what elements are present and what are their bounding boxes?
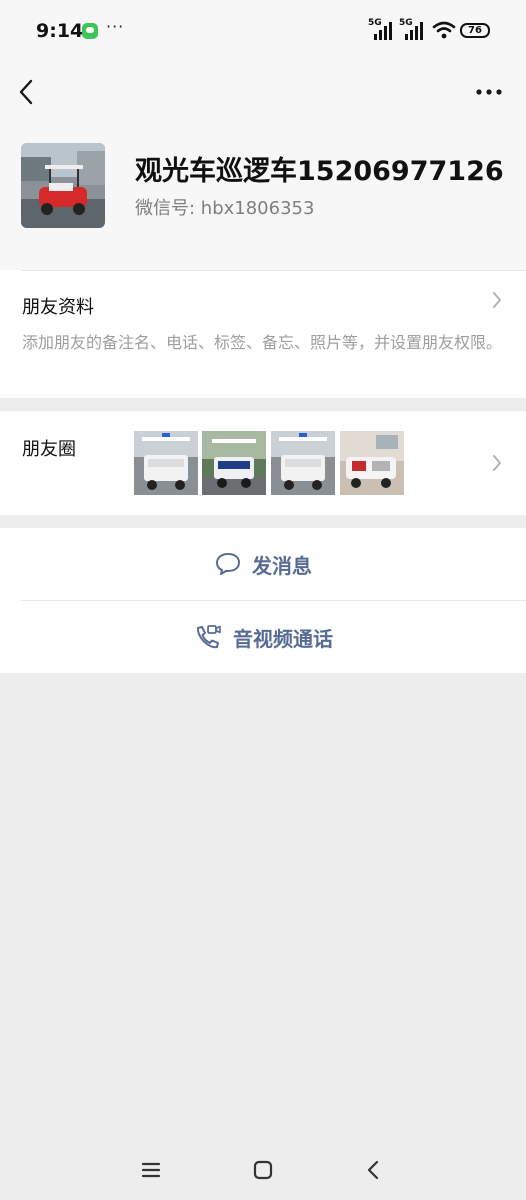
avatar-image — [21, 143, 105, 228]
status-overflow-indicator: ··· — [106, 17, 125, 36]
signal-strength-1-icon: 5G — [368, 18, 394, 40]
moments-thumbnail — [271, 431, 335, 495]
phone-video-icon — [196, 625, 221, 649]
video-call-button[interactable]: 音视频通话 — [0, 601, 526, 673]
moments-title: 朋友圈 — [22, 439, 76, 460]
chevron-left-icon[interactable] — [16, 78, 38, 106]
chevron-right-icon — [493, 292, 501, 308]
send-message-button[interactable]: 发消息 — [0, 528, 526, 600]
back-icon[interactable] — [362, 1158, 386, 1182]
friend-info-row[interactable]: 朋友资料 添加朋友的备注名、电话、标签、备忘、照片等，并设置朋友权限。 — [0, 270, 526, 398]
friend-info-description: 添加朋友的备注名、电话、标签、备忘、照片等，并设置朋友权限。 — [22, 333, 503, 352]
chevron-right-icon — [493, 455, 501, 471]
status-time: 9:14 — [36, 20, 84, 42]
actions-panel: 发消息 音视频通话 — [0, 528, 526, 673]
more-dots-icon[interactable] — [472, 84, 506, 100]
moments-thumbnail — [134, 431, 198, 495]
moments-row[interactable]: 朋友圈 — [0, 411, 526, 515]
profile-header: 观光车巡逻车15206977126 微信号: hbx1806353 — [0, 122, 526, 270]
divider — [21, 270, 526, 271]
top-bar — [0, 62, 526, 122]
menu-icon[interactable] — [139, 1158, 163, 1182]
signal-2-label: 5G — [399, 18, 413, 28]
wifi-icon — [432, 21, 456, 39]
signal-1-label: 5G — [368, 18, 382, 28]
system-nav-bar — [0, 1140, 526, 1200]
status-bar: 9:14 ··· 5G 5G 76 — [0, 0, 526, 62]
wechat-notification-icon — [82, 23, 98, 39]
avatar[interactable] — [21, 143, 105, 228]
contact-name: 观光车巡逻车15206977126 — [135, 156, 504, 187]
moments-thumbnail — [202, 431, 266, 495]
video-call-label: 音视频通话 — [233, 626, 333, 651]
send-message-label: 发消息 — [252, 553, 312, 578]
chat-bubble-icon — [216, 553, 240, 575]
friend-info-title: 朋友资料 — [22, 297, 94, 318]
moments-thumbnail — [340, 431, 404, 495]
battery-icon: 76 — [460, 23, 490, 38]
signal-strength-2-icon: 5G — [399, 18, 425, 40]
wechat-id: 微信号: hbx1806353 — [135, 198, 315, 219]
home-icon[interactable] — [251, 1158, 275, 1182]
